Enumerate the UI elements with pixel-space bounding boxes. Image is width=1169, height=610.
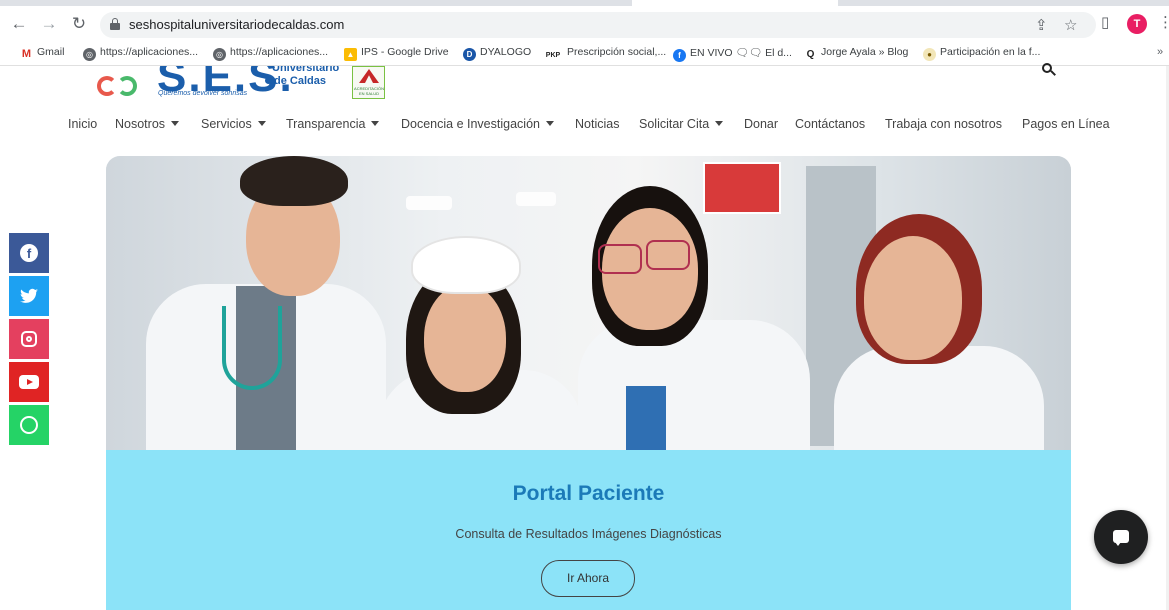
bookmark-dyalogo[interactable]: D DYALOGO	[463, 46, 531, 62]
logo-swirl-red	[97, 76, 117, 96]
seal-icon: ●	[923, 48, 936, 61]
bookmark-aplicaciones-1[interactable]: ◎ https://aplicaciones...	[83, 46, 198, 62]
nav-item-servicios[interactable]: Servicios	[201, 117, 266, 131]
facebook-icon: f	[20, 244, 38, 262]
nav-item-inicio[interactable]: Inicio	[68, 117, 97, 131]
chevron-down-icon	[171, 121, 180, 126]
whatsapp-icon	[20, 416, 38, 434]
instagram-icon	[21, 331, 37, 347]
twitter-icon	[20, 288, 38, 303]
bookmarks-bar: M Gmail ◎ https://aplicaciones... ◎ https:/…	[0, 42, 1169, 66]
portal-title: Portal Paciente	[512, 482, 665, 505]
nav-item-solicitar-cita[interactable]: Solicitar Cita	[639, 117, 724, 131]
logo-tagline: Queremos devolver sonrisas	[158, 90, 248, 97]
bookmark-participacion[interactable]: ● Participación en la f...	[923, 46, 1040, 62]
nav-item-transparencia[interactable]: Transparencia	[286, 117, 380, 131]
chevron-down-icon	[715, 121, 724, 126]
facebook-icon: f	[673, 49, 686, 62]
youtube-link[interactable]	[9, 362, 49, 402]
site-logo[interactable]: S.E.S. Universitario de Caldas Queremos …	[95, 66, 395, 106]
address-bar[interactable]: seshospitaluniversitariodecaldas.com ⇪ ☆	[100, 12, 1096, 38]
ir-ahora-button[interactable]: Ir Ahora	[541, 560, 635, 597]
hero-image	[106, 156, 1071, 450]
globe-icon: ◎	[83, 48, 96, 61]
globe-icon: ◎	[213, 48, 226, 61]
chat-button[interactable]	[1094, 510, 1148, 564]
nav-item-pagos[interactable]: Pagos en Línea	[1022, 117, 1110, 131]
logo-line1: Universitario	[272, 66, 340, 74]
nav-item-donar[interactable]: Donar	[744, 117, 778, 131]
sidepanel-icon[interactable]: ▯	[1101, 13, 1109, 35]
url-text[interactable]: seshospitaluniversitariodecaldas.com	[129, 17, 344, 32]
nav-item-trabaja[interactable]: Trabaja con nosotros	[885, 117, 1002, 131]
share-icon[interactable]: ⇪	[1035, 16, 1048, 34]
drive-icon: ▲	[344, 48, 357, 61]
twitter-link[interactable]	[9, 276, 49, 316]
accreditation-mark-icon	[359, 69, 379, 83]
bookmark-aplicaciones-2[interactable]: ◎ https://aplicaciones...	[213, 46, 328, 62]
back-icon[interactable]: ←	[10, 15, 28, 33]
bookmark-prescripcion[interactable]: PKP Prescripción social,...	[543, 46, 666, 62]
nav-item-nosotros[interactable]: Nosotros	[115, 117, 180, 131]
portal-subtitle: Consulta de Resultados Imágenes Diagnóst…	[455, 527, 722, 541]
bookmark-en-vivo[interactable]: f EN VIVO 🗨🗨 El d...	[673, 46, 792, 62]
logo-line2: de Caldas	[265, 75, 326, 87]
bookmark-gmail[interactable]: M Gmail	[20, 46, 64, 62]
dyalogo-icon: D	[463, 48, 476, 61]
logo-swirl-green	[117, 76, 137, 96]
portal-paciente-section: Portal Paciente Consulta de Resultados I…	[106, 450, 1071, 610]
forward-icon[interactable]: →	[40, 15, 58, 33]
browser-toolbar: ← → ↻ seshospitaluniversitariodecaldas.c…	[0, 0, 1169, 42]
chevron-down-icon	[257, 121, 266, 126]
nav-item-contactanos[interactable]: Contáctanos	[795, 117, 865, 131]
bookmark-google-drive[interactable]: ▲ IPS - Google Drive	[344, 46, 449, 62]
pkp-icon: PKP	[545, 52, 561, 59]
chevron-down-icon	[371, 121, 380, 126]
active-tab-edge[interactable]	[632, 0, 838, 6]
accreditation-badge: ACREDITACIÓN EN SALUD	[352, 66, 385, 99]
instagram-link[interactable]	[9, 319, 49, 359]
whatsapp-link[interactable]	[9, 405, 49, 445]
reload-icon[interactable]: ↻	[70, 15, 88, 33]
star-icon[interactable]: ☆	[1064, 16, 1077, 34]
gmail-icon: M	[20, 48, 33, 61]
tab-strip	[0, 0, 1169, 6]
blog-icon: Q	[806, 49, 815, 60]
facebook-link[interactable]: f	[9, 233, 49, 273]
more-bookmarks-icon[interactable]: »	[1157, 46, 1163, 58]
nav-item-noticias[interactable]: Noticias	[575, 117, 619, 131]
lock-icon[interactable]	[110, 18, 120, 30]
accreditation-label: ACREDITACIÓN EN SALUD	[354, 86, 384, 96]
youtube-icon	[19, 375, 39, 389]
menu-icon[interactable]: ⋮	[1158, 13, 1169, 35]
chevron-down-icon	[545, 121, 554, 126]
nav-item-docencia[interactable]: Docencia e Investigación	[401, 117, 554, 131]
profile-avatar[interactable]: T	[1127, 14, 1147, 34]
search-icon[interactable]	[1042, 63, 1056, 77]
bookmark-jorge-ayala[interactable]: Q Jorge Ayala » Blog	[804, 46, 909, 62]
